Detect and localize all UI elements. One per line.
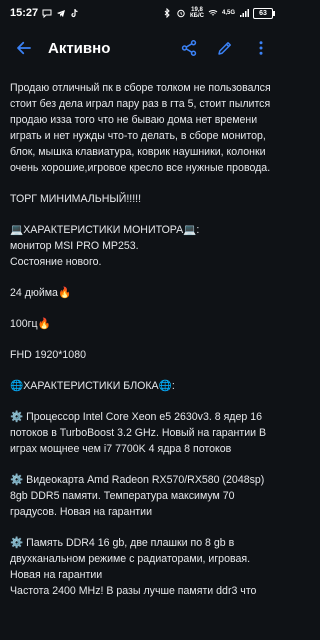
- telegram-icon: [57, 10, 66, 17]
- more-button[interactable]: [249, 36, 273, 60]
- status-bar: 15:27 19,8 КБ/С 4,5G 63: [0, 0, 283, 26]
- description-paragraph: 💻ХАРАКТЕРИСТИКИ МОНИТОРА💻: монитор MSI P…: [10, 224, 200, 268]
- back-button[interactable]: [10, 34, 38, 62]
- status-left: 15:27: [10, 7, 80, 19]
- page-title: Активно: [48, 39, 111, 57]
- wifi-icon: [208, 10, 218, 16]
- listing-description: Продаю отличный пк в сборе толком не пол…: [0, 70, 283, 640]
- description-paragraph: ТОРГ МИНИМАЛЬНЫЙ!!!!!: [10, 193, 142, 205]
- pencil-icon: [218, 42, 231, 55]
- edit-button[interactable]: [213, 36, 237, 60]
- alarm-clock-icon: [177, 9, 185, 18]
- network-speed: 19,8 КБ/С: [190, 7, 204, 19]
- battery-indicator: 63: [253, 7, 275, 19]
- description-paragraph: ⚙️ Видеокарта Amd Radeon RX570/RX580 (20…: [10, 474, 265, 518]
- status-time: 15:27: [10, 7, 39, 19]
- description-paragraph: Продаю отличный пк в сборе толком не пол…: [10, 82, 271, 174]
- more-vertical-icon: [259, 41, 263, 55]
- share-button[interactable]: [177, 36, 201, 60]
- description-paragraph: 24 дюйма🔥: [10, 287, 72, 299]
- description-paragraph: 100гц🔥: [10, 318, 51, 330]
- status-right: 19,8 КБ/С 4,5G 63: [162, 7, 275, 19]
- tiktok-icon: [71, 8, 78, 18]
- description-paragraph: ⚙️ Память DDR4 16 gb, две плашки по 8 gb…: [10, 537, 257, 597]
- header-actions: [177, 36, 273, 60]
- network-speed-unit: КБ/С: [190, 13, 204, 19]
- description-paragraph: FHD 1920*1080: [10, 349, 86, 361]
- app-bar: Активно: [0, 26, 283, 70]
- bluetooth-icon: [164, 8, 170, 18]
- chat-bubble-icon: [42, 9, 52, 18]
- description-paragraph: ⚙️ Процессор Intel Core Xeon e5 2630v3. …: [10, 411, 267, 455]
- battery-level: 63: [259, 9, 267, 17]
- description-paragraph: 🌐ХАРАКТЕРИСТИКИ БЛОКА🌐:: [10, 380, 175, 392]
- signal-icon: [240, 9, 249, 17]
- share-icon: [181, 40, 197, 56]
- network-type: 4,5G: [221, 10, 235, 16]
- arrow-left-icon: [17, 41, 31, 55]
